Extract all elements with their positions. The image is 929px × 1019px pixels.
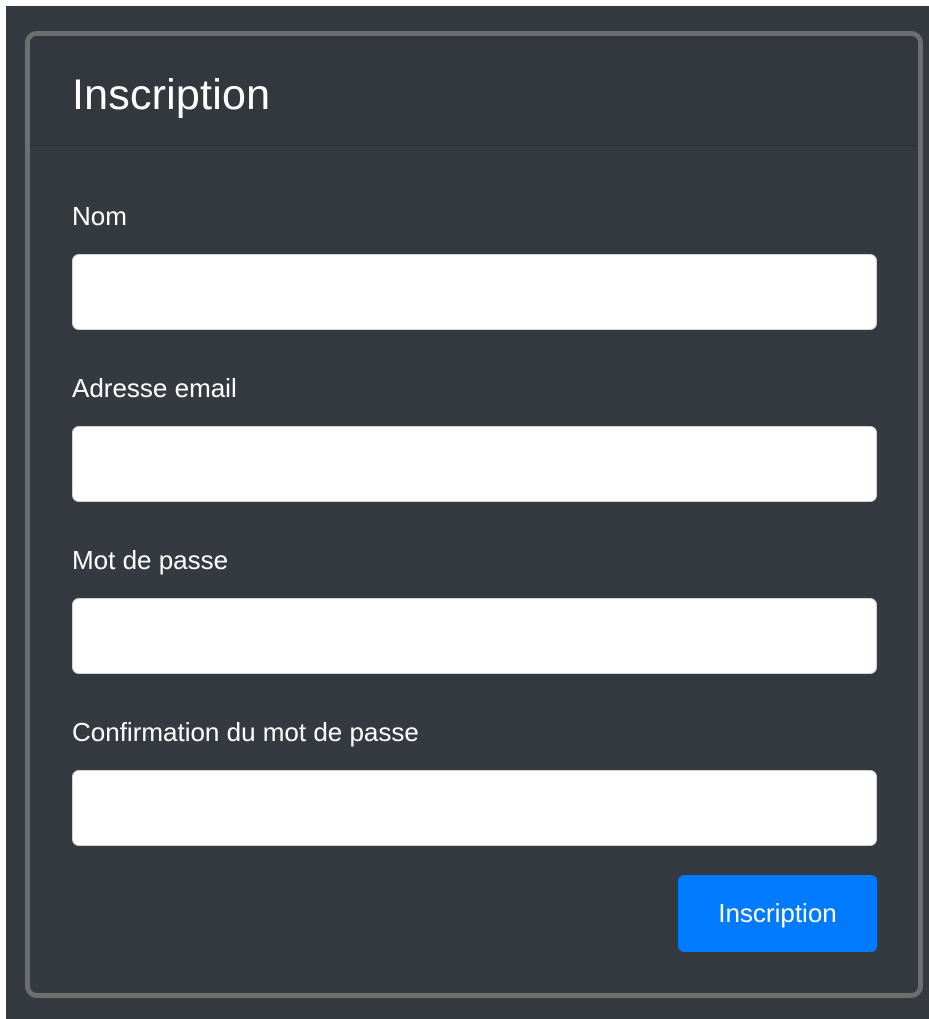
password-confirmation-label: Confirmation du mot de passe bbox=[72, 717, 419, 747]
email-input[interactable] bbox=[72, 426, 877, 502]
password-label: Mot de passe bbox=[72, 545, 229, 575]
password-confirmation-input[interactable] bbox=[72, 770, 877, 846]
password-input[interactable] bbox=[72, 598, 877, 674]
submit-registration-button[interactable]: Inscription bbox=[678, 875, 877, 952]
registration-card: Inscription Nom Adresse email Mot de pas… bbox=[25, 31, 923, 998]
card-header: Inscription bbox=[30, 36, 918, 146]
card-title: Inscription bbox=[72, 71, 271, 119]
email-label: Adresse email bbox=[72, 373, 237, 403]
name-label: Nom bbox=[72, 201, 127, 231]
name-input[interactable] bbox=[72, 254, 877, 330]
